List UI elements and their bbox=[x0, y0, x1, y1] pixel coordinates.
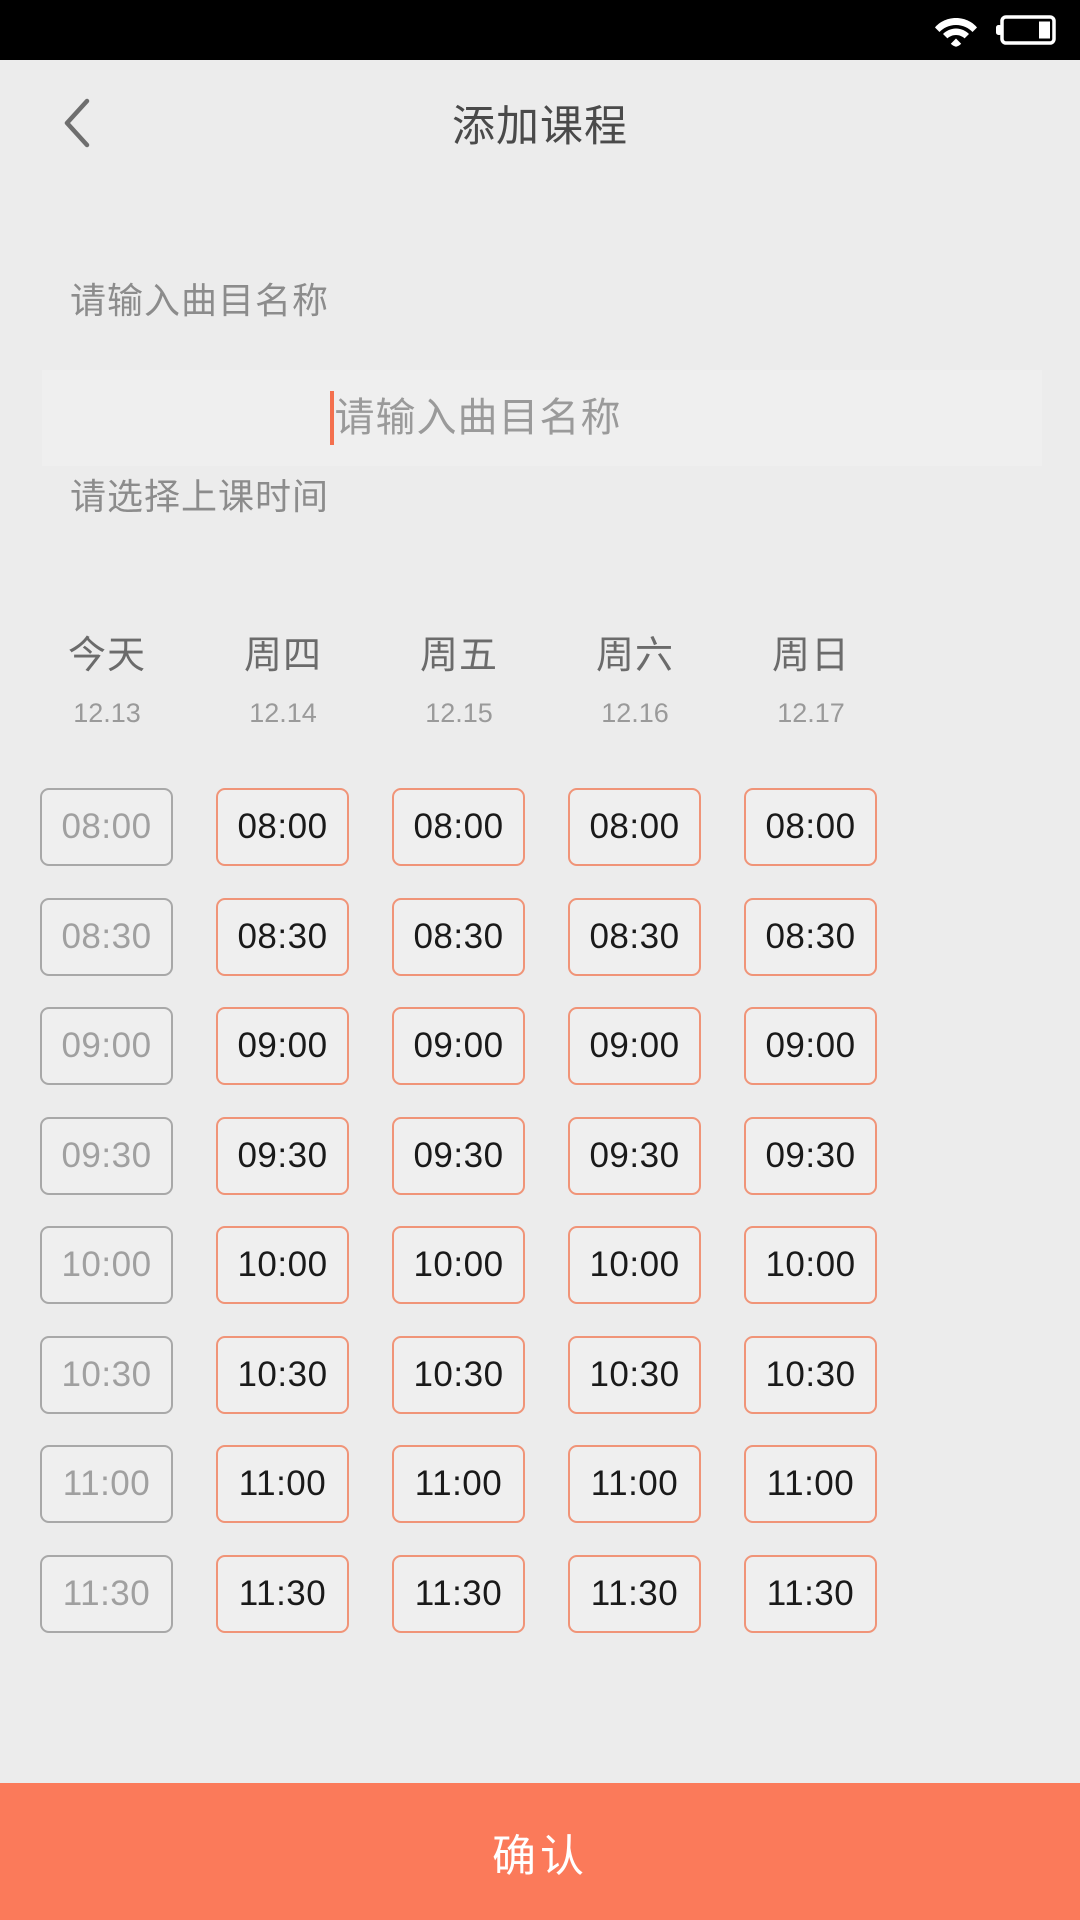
time-slot-button[interactable]: 09:00 bbox=[216, 1007, 349, 1085]
day-date: 12.15 bbox=[425, 698, 493, 728]
time-slot-button: 09:30 bbox=[40, 1116, 173, 1195]
day-date: 12.14 bbox=[249, 698, 317, 728]
time-slot-button[interactable]: 10:30 bbox=[216, 1335, 349, 1414]
day-column-header: 周五 12.15 bbox=[371, 630, 547, 738]
day-column-header: 周日 12.17 bbox=[723, 630, 899, 738]
class-time-label: 请选择上课时间 bbox=[70, 476, 330, 517]
time-slot-button[interactable]: 08:30 bbox=[744, 897, 877, 976]
page-title: 添加课程 bbox=[452, 103, 628, 151]
time-slot-button: 11:30 bbox=[40, 1554, 173, 1633]
time-slot-button[interactable]: 09:30 bbox=[744, 1116, 877, 1195]
day-column-header: 周六 12.16 bbox=[547, 630, 723, 738]
song-name-label: 请输入曲目名称 bbox=[70, 280, 330, 321]
time-slot-button[interactable]: 10:00 bbox=[568, 1226, 701, 1304]
text-caret bbox=[329, 391, 334, 445]
time-slot-button: 10:00 bbox=[40, 1226, 173, 1304]
time-slot-button: 10:30 bbox=[40, 1335, 173, 1414]
time-slot-button[interactable]: 08:00 bbox=[744, 788, 877, 866]
time-slot-button: 08:30 bbox=[40, 897, 173, 976]
day-name: 周六 bbox=[595, 635, 674, 677]
time-slot-grid: 08:00 08:00 08:00 08:00 08:00 08:30 08:30 08:30… bbox=[0, 788, 1080, 1788]
time-slot-button[interactable]: 11:30 bbox=[216, 1554, 349, 1633]
time-slot-button[interactable]: 08:30 bbox=[392, 897, 525, 976]
time-slot-button[interactable]: 11:00 bbox=[392, 1445, 525, 1523]
day-date: 12.16 bbox=[601, 698, 669, 728]
day-name: 周四 bbox=[243, 635, 322, 677]
time-slot-button[interactable]: 09:00 bbox=[744, 1007, 877, 1085]
day-name: 今天 bbox=[67, 635, 146, 677]
time-slot-button[interactable]: 11:30 bbox=[392, 1554, 525, 1633]
status-bar bbox=[0, 0, 1080, 60]
day-column-header: 今天 12.13 bbox=[19, 630, 195, 738]
add-course-screen: 添加课程 请输入曲目名称 请选择上课时间 今天 12.13 周四 12.14 周五 12.… bbox=[0, 0, 1080, 1920]
day-date: 12.13 bbox=[73, 698, 141, 728]
day-header-row: 今天 12.13 周四 12.14 周五 12.15 周六 12.16 周日 12.17 bbox=[0, 630, 1080, 764]
time-slot-button[interactable]: 09:00 bbox=[568, 1007, 701, 1085]
time-slot-button[interactable]: 11:00 bbox=[568, 1445, 701, 1523]
time-slot-button[interactable]: 08:00 bbox=[392, 788, 525, 866]
time-slot-button[interactable]: 11:00 bbox=[216, 1445, 349, 1523]
time-slot-button[interactable]: 10:30 bbox=[568, 1335, 701, 1414]
time-slot-button[interactable]: 10:30 bbox=[744, 1335, 877, 1414]
time-slot-button[interactable]: 10:00 bbox=[392, 1226, 525, 1304]
time-slot-button[interactable]: 10:00 bbox=[744, 1226, 877, 1304]
song-name-input-wrap[interactable] bbox=[42, 370, 1042, 466]
time-slot-button: 08:00 bbox=[40, 788, 173, 866]
time-slot-button[interactable]: 08:30 bbox=[216, 897, 349, 976]
time-slot-button: 11:00 bbox=[40, 1445, 173, 1523]
time-slot-button[interactable]: 09:30 bbox=[392, 1116, 525, 1195]
day-name: 周五 bbox=[419, 635, 498, 677]
confirm-button[interactable]: 确认 bbox=[0, 1783, 1080, 1920]
time-slot-button[interactable]: 10:30 bbox=[392, 1335, 525, 1414]
time-slot-button: 09:00 bbox=[40, 1007, 173, 1085]
day-column-header: 周四 12.14 bbox=[195, 630, 371, 738]
time-slot-button[interactable]: 09:00 bbox=[392, 1007, 525, 1085]
time-slot-button[interactable]: 09:30 bbox=[216, 1116, 349, 1195]
time-slot-button[interactable]: 08:00 bbox=[568, 788, 701, 866]
time-slot-button[interactable]: 11:00 bbox=[744, 1445, 877, 1523]
song-name-input[interactable] bbox=[334, 395, 755, 441]
day-date: 12.17 bbox=[777, 698, 845, 728]
time-slot-button[interactable]: 11:30 bbox=[744, 1554, 877, 1633]
time-slot-button[interactable]: 11:30 bbox=[568, 1554, 701, 1633]
time-slot-button[interactable]: 09:30 bbox=[568, 1116, 701, 1195]
time-slot-button[interactable]: 10:00 bbox=[216, 1226, 349, 1304]
nav-bar: 添加课程 bbox=[0, 60, 1080, 186]
day-name: 周日 bbox=[771, 635, 850, 677]
battery-icon bbox=[996, 13, 1058, 47]
time-slot-button[interactable]: 08:00 bbox=[216, 788, 349, 866]
time-slot-button[interactable]: 08:30 bbox=[568, 897, 701, 976]
wifi-icon bbox=[934, 13, 978, 47]
